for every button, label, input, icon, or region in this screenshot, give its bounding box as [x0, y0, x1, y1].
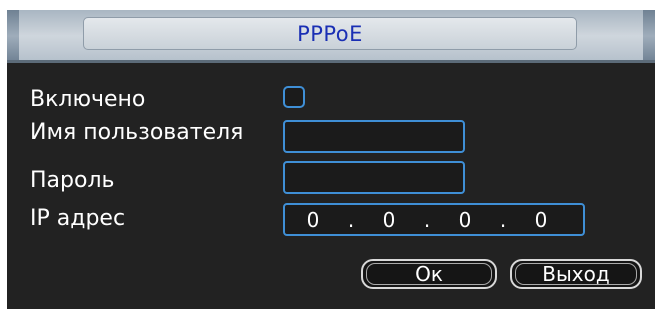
title-panel: PPPoE	[83, 17, 577, 50]
ip-separator: .	[499, 207, 507, 232]
password-value	[285, 163, 291, 184]
ip-octet-1[interactable]: 0	[291, 208, 335, 232]
ip-separator: .	[347, 207, 355, 232]
titlebar-left-edge	[7, 10, 19, 62]
username-field[interactable]	[283, 120, 465, 153]
ip-separator: .	[423, 207, 431, 232]
password-label: Пароль	[30, 168, 115, 193]
ip-address-label: IP адрес	[30, 206, 126, 231]
dialog-titlebar: PPPoE	[7, 10, 655, 63]
enabled-checkbox[interactable]	[283, 86, 305, 108]
username-label: Имя пользователя	[30, 120, 244, 145]
titlebar-divider	[7, 60, 655, 63]
titlebar-right-edge	[643, 10, 655, 62]
ip-address-field[interactable]: 0 . 0 . 0 . 0	[283, 203, 585, 236]
enabled-label: Включено	[30, 87, 146, 112]
ip-octet-2[interactable]: 0	[367, 208, 411, 232]
ok-button[interactable]: Ок	[361, 259, 497, 289]
pppoe-dialog: PPPoE Включено Имя пользователя Пароль I…	[7, 10, 655, 309]
exit-button[interactable]: Выход	[510, 259, 642, 289]
exit-button-label: Выход	[542, 262, 610, 286]
ip-octet-3[interactable]: 0	[443, 208, 487, 232]
password-field[interactable]	[283, 161, 465, 194]
ok-button-face: Ок	[366, 262, 492, 286]
username-value	[285, 122, 291, 143]
ip-octet-4[interactable]: 0	[519, 208, 563, 232]
dialog-title: PPPoE	[297, 21, 363, 46]
exit-button-face: Выход	[515, 262, 637, 286]
ok-button-label: Ок	[415, 262, 443, 286]
